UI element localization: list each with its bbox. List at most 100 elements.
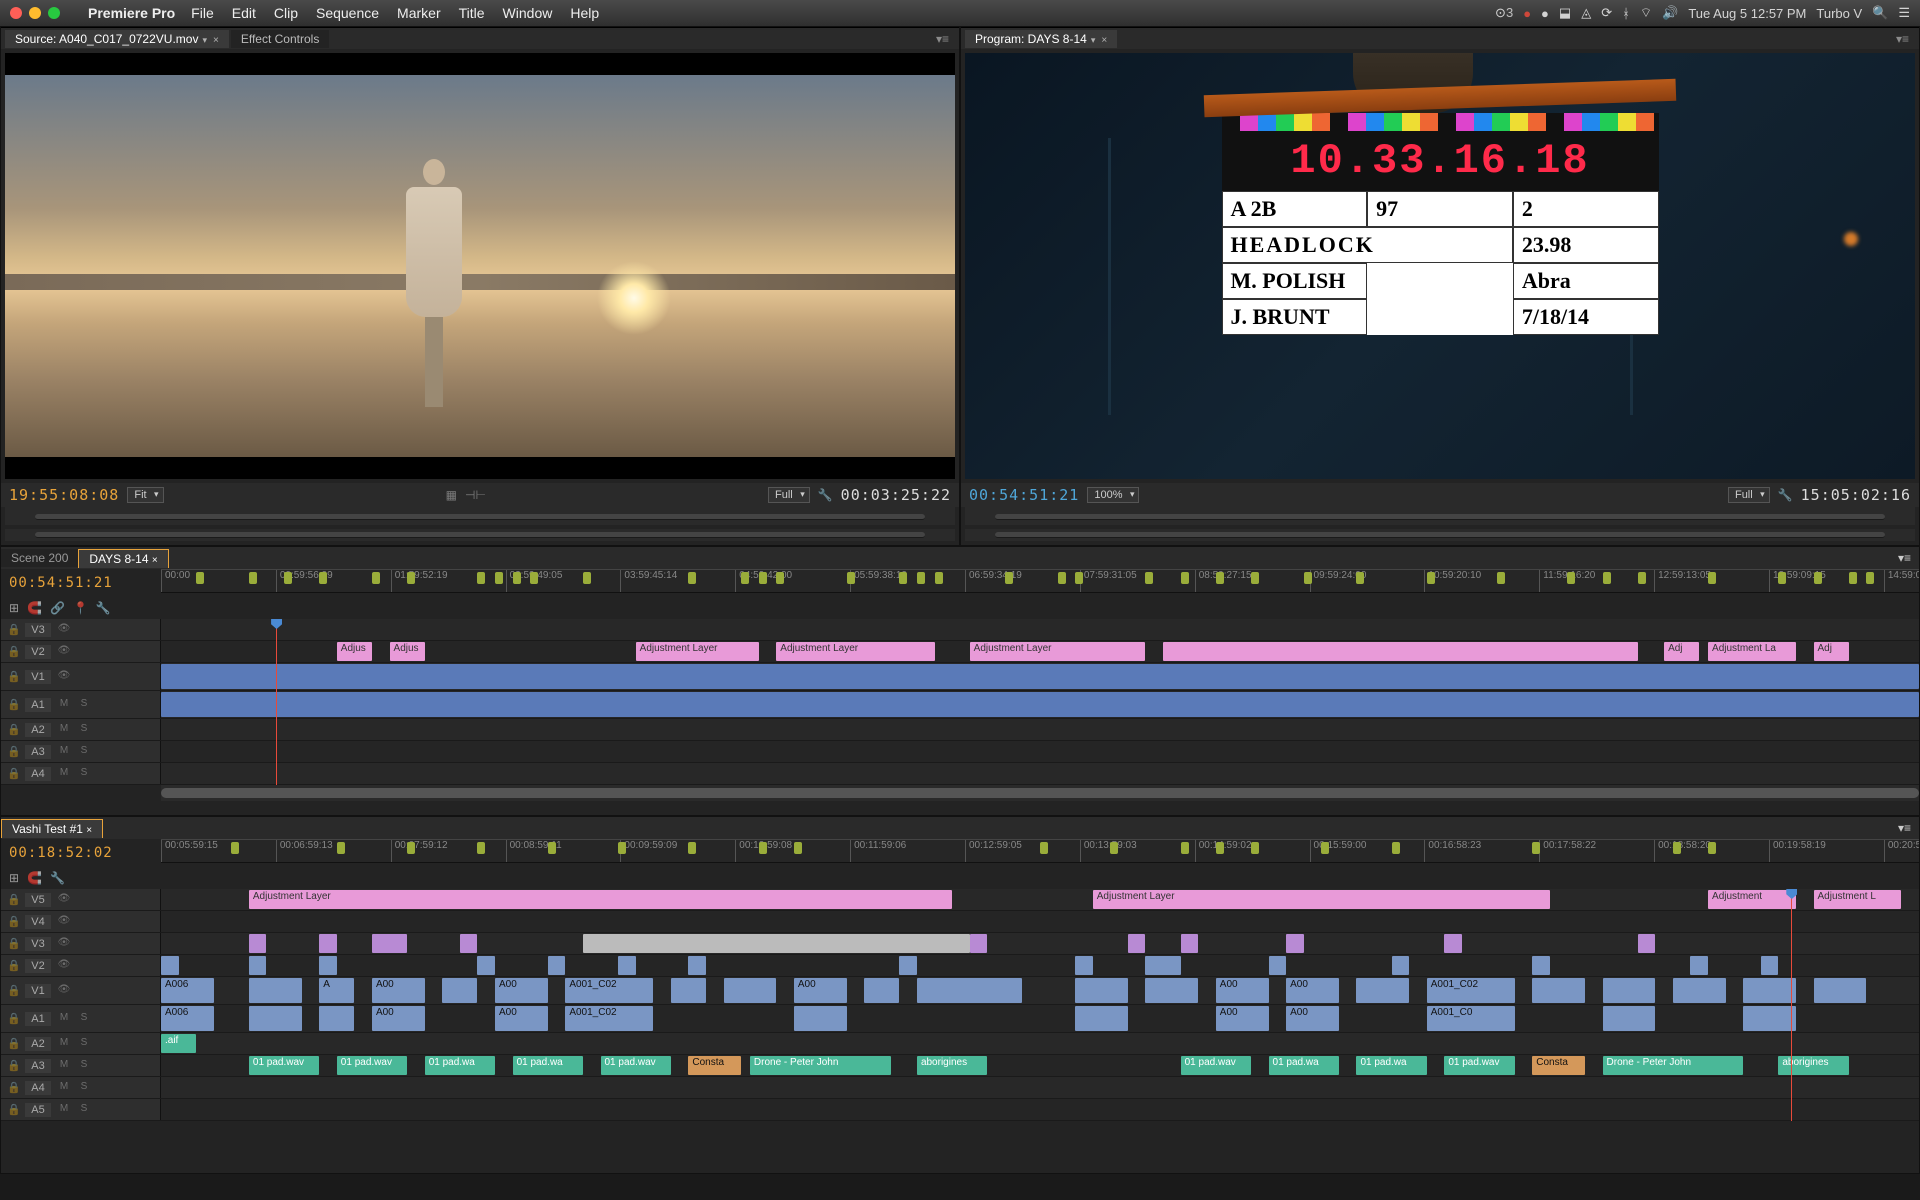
clip[interactable]: Adjustment — [1708, 890, 1796, 909]
program-tc-in[interactable]: 00:54:51:21 — [969, 486, 1079, 504]
clip[interactable] — [618, 956, 636, 975]
clip[interactable] — [671, 978, 706, 1003]
mute-toggle[interactable]: M — [57, 745, 71, 759]
clip[interactable] — [1075, 1006, 1128, 1031]
clip[interactable]: Adjustment Layer — [776, 642, 934, 661]
track-label[interactable]: A4 — [25, 1081, 51, 1095]
track-label[interactable]: V2 — [25, 645, 51, 659]
timeline2-playhead-tc[interactable]: 00:18:52:02 — [9, 845, 113, 861]
clip[interactable]: A001_C02 — [565, 978, 653, 1003]
clip[interactable] — [899, 956, 917, 975]
track-label[interactable]: A5 — [25, 1103, 51, 1117]
clip[interactable] — [1444, 934, 1462, 953]
clip[interactable] — [1392, 956, 1410, 975]
solo-toggle[interactable]: S — [77, 1012, 91, 1026]
timeline1-playhead[interactable] — [276, 619, 277, 785]
clip[interactable] — [1743, 978, 1796, 1003]
clip[interactable] — [1814, 978, 1867, 1003]
track-A3[interactable]: 🔒A3MS01 pad.wav01 pad.wav01 pad.wa01 pad… — [1, 1055, 1919, 1077]
source-scrubber[interactable] — [5, 507, 955, 525]
clip[interactable]: .aif — [161, 1034, 196, 1053]
mute-toggle[interactable]: M — [57, 1081, 71, 1095]
clip[interactable] — [319, 934, 337, 953]
track-V3[interactable]: 🔒V3👁 — [1, 619, 1919, 641]
clip[interactable] — [794, 1006, 847, 1031]
solo-toggle[interactable]: S — [77, 1081, 91, 1095]
track-V2[interactable]: 🔒V2👁AdjusAdjusAdjustment LayerAdjustment… — [1, 641, 1919, 663]
track-A2[interactable]: 🔒A2MS.aif — [1, 1033, 1919, 1055]
clip[interactable] — [249, 978, 302, 1003]
clip[interactable] — [249, 934, 267, 953]
nest-icon[interactable]: ⊞ — [9, 871, 19, 885]
marker-tool-icon[interactable]: 📍 — [73, 601, 88, 615]
clip[interactable] — [249, 956, 267, 975]
solo-toggle[interactable]: S — [77, 723, 91, 737]
clip[interactable]: Adjustment L — [1814, 890, 1902, 909]
timeline2-tab[interactable]: Vashi Test #1 × — [1, 819, 103, 838]
clip[interactable] — [161, 956, 179, 975]
track-label[interactable]: A4 — [25, 767, 51, 781]
clip[interactable] — [1163, 642, 1638, 661]
clip[interactable]: A00 — [495, 1006, 548, 1031]
eye-icon[interactable]: 👁 — [57, 893, 71, 907]
timeline2-playhead[interactable] — [1791, 889, 1792, 1121]
menu-title[interactable]: Title — [459, 5, 485, 21]
track-V1[interactable]: 🔒V1👁 — [1, 663, 1919, 691]
track-label[interactable]: A2 — [25, 1037, 51, 1051]
timeline-tab-scene200[interactable]: Scene 200 — [1, 549, 78, 567]
clip[interactable] — [548, 956, 566, 975]
timeline2-ruler[interactable]: 00:05:59:1500:06:59:1300:07:59:1200:08:5… — [161, 839, 1919, 863]
clip[interactable]: Drone - Peter John — [750, 1056, 891, 1075]
clip[interactable] — [917, 978, 1022, 1003]
clip[interactable]: Drone - Peter John — [1603, 1056, 1744, 1075]
mute-toggle[interactable]: M — [57, 1037, 71, 1051]
track-label[interactable]: V2 — [25, 959, 51, 973]
lock-icon[interactable]: 🔒 — [7, 1012, 19, 1025]
track-V4[interactable]: 🔒V4👁 — [1, 911, 1919, 933]
eye-icon[interactable]: 👁 — [57, 915, 71, 929]
clip[interactable]: 01 pad.wav — [1444, 1056, 1514, 1075]
clip[interactable] — [460, 934, 478, 953]
clip[interactable] — [1603, 1006, 1656, 1031]
clip[interactable] — [442, 978, 477, 1003]
clip[interactable]: 01 pad.wa — [1356, 1056, 1426, 1075]
snap-icon[interactable]: 🧲 — [27, 871, 42, 885]
mute-toggle[interactable]: M — [57, 1059, 71, 1073]
bluetooth-icon[interactable]: ᚼ — [1622, 6, 1630, 21]
menu-help[interactable]: Help — [570, 5, 599, 21]
solo-toggle[interactable]: S — [77, 745, 91, 759]
snap-icon[interactable]: 🧲 — [27, 601, 42, 615]
solo-toggle[interactable]: S — [77, 698, 91, 712]
clip[interactable]: 01 pad.wav — [249, 1056, 319, 1075]
lock-icon[interactable]: 🔒 — [7, 915, 19, 928]
track-label[interactable]: V1 — [25, 984, 51, 998]
clip[interactable] — [688, 956, 706, 975]
mute-toggle[interactable]: M — [57, 723, 71, 737]
mute-toggle[interactable]: M — [57, 698, 71, 712]
settings-icon[interactable]: 🔧 — [1778, 488, 1793, 502]
clip[interactable]: 01 pad.wa — [1269, 1056, 1339, 1075]
eye-icon[interactable]: 👁 — [57, 645, 71, 659]
clip[interactable]: A00 — [1216, 978, 1269, 1003]
clip[interactable] — [161, 664, 1919, 689]
track-label[interactable]: V3 — [25, 623, 51, 637]
panel-menu-icon[interactable]: ▾≡ — [930, 32, 955, 46]
clip[interactable] — [249, 1006, 302, 1031]
eye-icon[interactable]: 👁 — [57, 937, 71, 951]
clip[interactable]: Adjustment Layer — [249, 890, 952, 909]
menu-sequence[interactable]: Sequence — [316, 5, 379, 21]
track-V5[interactable]: 🔒V5👁Adjustment LayerAdjustment LayerAdju… — [1, 889, 1919, 911]
clip[interactable]: aborigines — [1778, 1056, 1848, 1075]
lock-icon[interactable]: 🔒 — [7, 645, 19, 658]
track-A3[interactable]: 🔒A3MS — [1, 741, 1919, 763]
clip[interactable] — [1269, 956, 1287, 975]
clip[interactable] — [161, 692, 1919, 717]
program-zoom-dropdown[interactable]: 100% — [1087, 487, 1139, 503]
program-tab[interactable]: Program: DAYS 8-14▾× — [965, 30, 1117, 48]
minimize-window-icon[interactable] — [29, 7, 41, 19]
clip[interactable]: A006 — [161, 1006, 214, 1031]
sync-icon[interactable]: ⟳ — [1601, 5, 1612, 21]
clip[interactable]: aborigines — [917, 1056, 987, 1075]
clip[interactable]: Adjustment Layer — [970, 642, 1146, 661]
lock-icon[interactable]: 🔒 — [7, 670, 19, 683]
